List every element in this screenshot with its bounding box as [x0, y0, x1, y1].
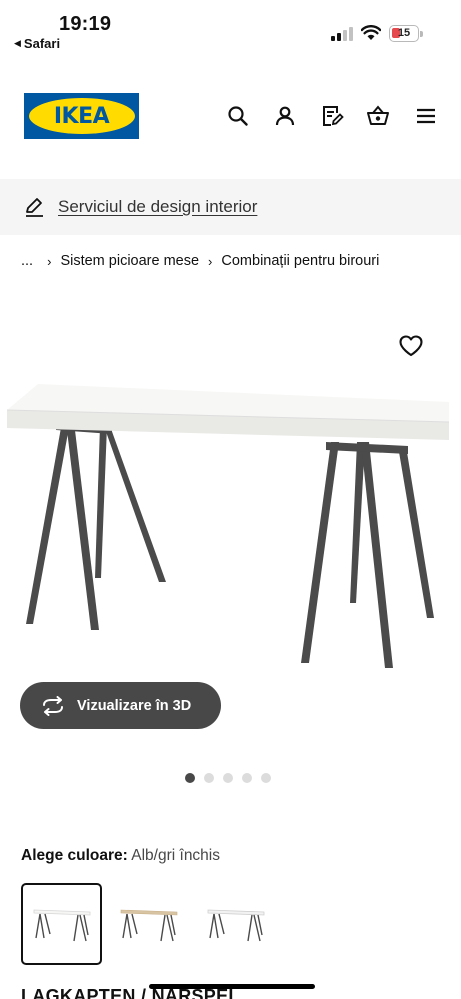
breadcrumb-separator: ›: [208, 253, 213, 269]
view-3d-button[interactable]: Vizualizare în 3D: [20, 682, 221, 729]
wifi-icon: [361, 25, 381, 40]
cellular-signal-icon: [331, 27, 353, 41]
color-option-birch-dark-grey[interactable]: [108, 883, 189, 965]
design-service-banner[interactable]: Serviciul de design interior: [0, 179, 461, 235]
color-option-white-grey-legs[interactable]: [195, 883, 276, 965]
pencil-icon: [26, 198, 43, 217]
swatch-thumbnail: [33, 909, 90, 942]
color-label-key: Alege culoare:: [21, 847, 128, 864]
home-indicator: [149, 984, 315, 989]
carousel-dots: [185, 773, 271, 783]
carousel-dot[interactable]: [261, 773, 271, 783]
view-3d-label: Vizualizare în 3D: [77, 697, 192, 714]
logo-text: IKEA: [53, 103, 110, 129]
product-image[interactable]: [0, 330, 461, 710]
carousel-dot[interactable]: [185, 773, 195, 783]
shopping-list-icon[interactable]: [320, 104, 344, 128]
ikea-logo[interactable]: IKEA: [24, 93, 139, 139]
back-arrow-icon: ◀: [14, 38, 21, 48]
breadcrumb-desk-combinations[interactable]: Combinații pentru birouri: [221, 253, 379, 269]
site-header: IKEA: [0, 86, 461, 146]
swatch-thumbnail: [207, 909, 264, 942]
search-icon[interactable]: [226, 104, 250, 128]
carousel-dot[interactable]: [204, 773, 214, 783]
rotate-3d-icon: [43, 695, 63, 716]
carousel-dot[interactable]: [242, 773, 252, 783]
status-bar: 19:19 ◀ Safari 15: [0, 0, 461, 56]
table-legs: [26, 422, 434, 668]
status-time: 19:19: [59, 13, 112, 35]
menu-icon[interactable]: [414, 104, 438, 128]
back-app-label: Safari: [23, 36, 61, 51]
color-label-value: Alb/gri închis: [131, 847, 220, 864]
color-option-white-dark-grey[interactable]: [21, 883, 102, 965]
design-service-link[interactable]: Serviciul de design interior: [58, 197, 257, 217]
breadcrumb-table-legs[interactable]: Sistem picioare mese: [60, 253, 199, 269]
breadcrumb-separator: ›: [47, 253, 52, 269]
color-select-label: Alege culoare: Alb/gri închis: [21, 847, 220, 865]
basket-icon[interactable]: [366, 104, 390, 128]
account-icon[interactable]: [273, 104, 297, 128]
battery-icon: 15: [389, 25, 423, 42]
swatch-thumbnail: [120, 909, 177, 942]
breadcrumb: ... › Sistem picioare mese › Combinații …: [21, 251, 379, 271]
carousel-dot[interactable]: [223, 773, 233, 783]
breadcrumb-ellipsis[interactable]: ...: [21, 253, 33, 269]
battery-level: 15: [397, 27, 411, 39]
back-to-safari-button[interactable]: ◀ Safari: [14, 36, 60, 51]
